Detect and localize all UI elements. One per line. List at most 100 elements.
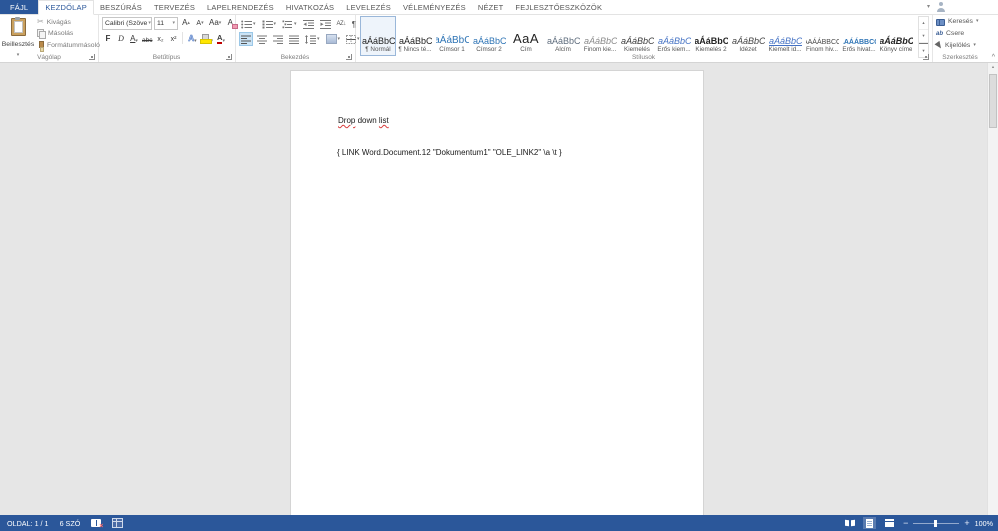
document-heading-line[interactable]: Drop down list bbox=[338, 116, 389, 125]
document-area[interactable]: Drop down list { LINK Word.Document.12 "… bbox=[0, 62, 998, 515]
style-intense-reference[interactable]: AaÁáBbCcErős hivat... bbox=[841, 16, 877, 56]
print-layout-button[interactable] bbox=[863, 517, 876, 529]
highlight-color-button[interactable]: ▾ bbox=[199, 32, 214, 44]
zoom-level[interactable]: 100% bbox=[975, 519, 993, 528]
styles-scroll-up-button[interactable]: ▴ bbox=[919, 17, 928, 30]
align-left-button[interactable] bbox=[239, 32, 253, 46]
word-count[interactable]: 6 SZÓ bbox=[60, 519, 81, 528]
proofing-errors-icon[interactable] bbox=[91, 519, 101, 527]
style-heading2[interactable]: AaÁáBbCcCímsor 2 bbox=[471, 16, 507, 56]
select-button[interactable]: Kijelölés ▾ bbox=[936, 42, 976, 49]
superscript-button[interactable]: x² bbox=[167, 32, 179, 44]
bullets-button[interactable]: ▾ bbox=[239, 17, 258, 31]
document-page[interactable]: Drop down list { LINK Word.Document.12 "… bbox=[290, 70, 704, 515]
replace-button[interactable]: ab Csere bbox=[936, 30, 964, 37]
styles-dialog-launcher[interactable] bbox=[923, 54, 929, 60]
style-intense-emphasis[interactable]: AaÁáBbCcErős kiem... bbox=[656, 16, 692, 56]
style-subtle-reference[interactable]: AaÁáBbCcFinom hiv... bbox=[804, 16, 840, 56]
shading-button[interactable]: ▾ bbox=[324, 32, 343, 46]
zoom-out-button[interactable]: − bbox=[903, 519, 908, 528]
caret-down-icon: ▾ bbox=[253, 22, 256, 27]
tab-home[interactable]: KEZDŐLAP bbox=[38, 0, 94, 15]
copy-label: Másolás bbox=[48, 30, 73, 37]
style-no-spacing[interactable]: AaÁáBbCc¶ Nincs té... bbox=[397, 16, 433, 56]
font-size-value: 11 bbox=[157, 20, 164, 27]
paragraph-dialog-launcher[interactable] bbox=[346, 54, 352, 60]
tab-mailings[interactable]: LEVELEZÉS bbox=[340, 0, 397, 14]
font-dialog-launcher[interactable] bbox=[226, 54, 232, 60]
bold-glyph: F bbox=[106, 35, 111, 44]
collapse-ribbon-button[interactable]: ^ bbox=[992, 54, 995, 61]
align-right-button[interactable] bbox=[271, 32, 285, 46]
style-book-title[interactable]: AaÁáBbCcKönyv címe bbox=[878, 16, 914, 56]
scroll-up-arrow-icon[interactable]: ▴ bbox=[988, 62, 998, 72]
italic-button[interactable]: D bbox=[115, 32, 127, 44]
scrollbar-thumb[interactable] bbox=[989, 74, 997, 128]
tab-insert[interactable]: BESZÚRÁS bbox=[94, 0, 148, 14]
tab-references[interactable]: HIVATKOZÁS bbox=[280, 0, 340, 14]
zoom-slider-track[interactable] bbox=[913, 523, 959, 524]
tab-file[interactable]: FÁJL bbox=[0, 0, 38, 14]
tab-layout[interactable]: LAPELRENDEZÉS bbox=[201, 0, 280, 14]
tab-view[interactable]: NÉZET bbox=[472, 0, 510, 14]
font-name-value: Calibri (Szöve bbox=[105, 20, 147, 27]
ribbon-options-caret-icon[interactable]: ▾ bbox=[927, 4, 930, 10]
strikethrough-button[interactable]: abc bbox=[141, 32, 153, 44]
bold-button[interactable]: F bbox=[102, 32, 114, 44]
styles-scroll-down-button[interactable]: ▾ bbox=[919, 30, 928, 43]
group-label-font: Betűtípus bbox=[98, 54, 235, 61]
status-left: OLDAL: 1 / 1 6 SZÓ bbox=[0, 518, 123, 528]
sort-button[interactable]: AZ↓ bbox=[335, 17, 348, 31]
paste-label: Beillesztés bbox=[2, 41, 35, 48]
cut-button[interactable]: ✂ Kivágás bbox=[37, 18, 71, 26]
justify-button[interactable] bbox=[287, 32, 301, 46]
format-painter-button[interactable]: Formátummásoló bbox=[37, 41, 100, 50]
find-button[interactable]: Keresés ▾ bbox=[936, 18, 978, 25]
line-spacing-button[interactable]: ▾ bbox=[303, 32, 322, 46]
underline-button[interactable]: A▾ bbox=[128, 32, 140, 44]
web-layout-button[interactable] bbox=[883, 517, 896, 529]
tab-developer[interactable]: FEJLESZTŐESZKÖZÖK bbox=[509, 0, 608, 14]
style-normal[interactable]: AaÁáBbCc¶ Normál bbox=[360, 16, 396, 56]
copy-icon bbox=[37, 29, 45, 38]
page-indicator[interactable]: OLDAL: 1 / 1 bbox=[7, 519, 49, 528]
status-bar: OLDAL: 1 / 1 6 SZÓ − + 100% bbox=[0, 515, 998, 531]
style-heading1[interactable]: AaÁáBbCcCímsor 1 bbox=[434, 16, 470, 56]
vertical-scrollbar[interactable]: ▴ bbox=[987, 62, 998, 515]
font-size-combo[interactable]: 11 ▾ bbox=[154, 17, 178, 30]
style-title[interactable]: AaACím bbox=[508, 16, 544, 56]
change-case-button[interactable]: Aa▾ bbox=[208, 18, 222, 30]
clipboard-dialog-launcher[interactable] bbox=[89, 54, 95, 60]
caret-down-icon: ▾ bbox=[219, 21, 222, 26]
caret-down-icon: ▾ bbox=[976, 19, 979, 24]
zoom-in-button[interactable]: + bbox=[964, 519, 969, 528]
style-subtitle[interactable]: AaÁáBbCcAlcím bbox=[545, 16, 581, 56]
zoom-slider-thumb[interactable] bbox=[934, 520, 937, 527]
style-quote[interactable]: AaÁáBbCcIdézet bbox=[730, 16, 766, 56]
subscript-button[interactable]: x₂ bbox=[154, 32, 166, 44]
copy-button[interactable]: Másolás bbox=[37, 29, 73, 38]
style-label: ¶ Normál bbox=[365, 46, 390, 53]
style-subtle-emphasis[interactable]: AaÁáBbCcFinom kie... bbox=[582, 16, 618, 56]
style-intense-quote[interactable]: AaÁáBbCcKiemelt id... bbox=[767, 16, 803, 56]
style-emphasis[interactable]: AaÁáBbCcKiemelés bbox=[619, 16, 655, 56]
multilevel-list-button[interactable]: ▾ bbox=[280, 17, 299, 31]
style-strong[interactable]: AaÁáBbCcKiemelés 2 bbox=[693, 16, 729, 56]
grow-font-button[interactable]: A▴ bbox=[180, 18, 192, 30]
font-name-combo[interactable]: Calibri (Szöve ▾ bbox=[102, 17, 152, 30]
shrink-font-button[interactable]: A▾ bbox=[194, 18, 206, 30]
numbering-button[interactable]: ▾ bbox=[260, 17, 279, 31]
increase-indent-button[interactable] bbox=[318, 17, 333, 31]
text-effects-button[interactable]: A▾ bbox=[186, 32, 198, 44]
account-person-icon[interactable] bbox=[936, 2, 946, 12]
group-styles: AaÁáBbCc¶ Normál AaÁáBbCc¶ Nincs té... A… bbox=[355, 14, 933, 62]
font-color-button[interactable]: A▾ bbox=[215, 32, 227, 44]
decrease-indent-button[interactable] bbox=[301, 17, 316, 31]
tab-review[interactable]: VÉLEMÉNYEZÉS bbox=[397, 0, 472, 14]
align-center-button[interactable] bbox=[255, 32, 269, 46]
read-mode-button[interactable] bbox=[843, 517, 856, 529]
macro-record-icon[interactable] bbox=[112, 518, 123, 528]
select-label: Kijelölés bbox=[945, 42, 970, 49]
tab-design[interactable]: TERVEZÉS bbox=[148, 0, 201, 14]
field-code-text[interactable]: { LINK Word.Document.12 "Dokumentum1" "O… bbox=[337, 148, 562, 157]
